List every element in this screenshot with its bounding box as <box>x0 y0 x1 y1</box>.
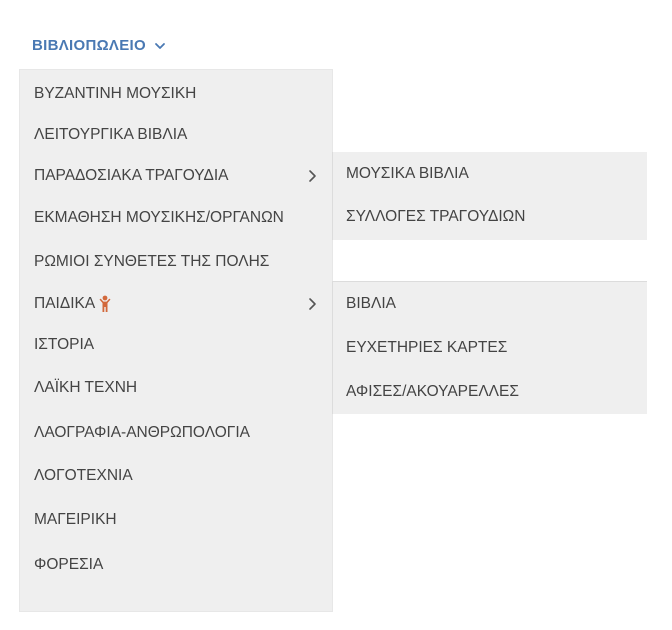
submenu-item-song-collections[interactable]: ΣΥΛΛΟΓΕΣ ΤΡΑΓΟΥΔΙΩΝ <box>346 203 637 231</box>
menu-item-label: ΡΩΜΙΟΙ ΣΥΝΘΕΤΕΣ ΤΗΣ ΠΟΛΗΣ <box>34 253 270 270</box>
bookstore-dropdown-menu: ΒΥΖΑΝΤΙΝΗ ΜΟΥΣΙΚΗ ΛΕΙΤΟΥΡΓΙΚΑ ΒΙΒΛΙΑ ΠΑΡ… <box>20 70 332 611</box>
menu-item-label: ΛΟΓΟΤΕΧΝΙΑ <box>34 467 133 484</box>
menu-item-label: ΒΥΖΑΝΤΙΝΗ ΜΟΥΣΙΚΗ <box>34 85 197 102</box>
menu-item-history[interactable]: ΙΣΤΟΡΙΑ <box>34 330 318 360</box>
menu-item-label: ΜΑΓΕΙΡΙΚΗ <box>34 511 117 528</box>
menu-item-literature[interactable]: ΛΟΓΟΤΕΧΝΙΑ <box>34 461 318 491</box>
menu-item-kids[interactable]: ΠΑΙΔΙΚΑ <box>34 289 318 319</box>
bookstore-nav-label: ΒΙΒΛΙΟΠΩΛΕΙΟ <box>32 37 146 54</box>
menu-item-traditional-songs[interactable]: ΠΑΡΑΔΟΣΙΑΚΑ ΤΡΑΓΟΥΔΙΑ <box>34 161 318 191</box>
submenu-item-label: ΕΥΧΕΤΗΡΙΕΣ ΚΑΡΤΕΣ <box>346 339 508 356</box>
menu-item-liturgical-books[interactable]: ΛΕΙΤΟΥΡΓΙΚΑ ΒΙΒΛΙΑ <box>34 120 318 150</box>
submenu-item-label: ΜΟΥΣΙΚΑ ΒΙΒΛΙΑ <box>346 165 469 182</box>
menu-item-music-learning[interactable]: ΕΚΜΑΘΗΣΗ ΜΟΥΣΙΚΗΣ/ΟΡΓΑΝΩΝ <box>34 203 318 233</box>
menu-item-folklore-anthropology[interactable]: ΛΑΟΓΡΑΦΙΑ-ΑΝΘΡΩΠΟΛΟΓΙΑ <box>34 418 318 448</box>
menu-item-label: ΙΣΤΟΡΙΑ <box>34 336 95 353</box>
submenu-item-label: ΑΦΙΣΕΣ/ΑΚΟΥΑΡΕΛΛΕΣ <box>346 383 519 400</box>
menu-item-label: ΠΑΡΑΔΟΣΙΑΚΑ ΤΡΑΓΟΥΔΙΑ <box>34 167 229 184</box>
submenu-item-label: ΣΥΛΛΟΓΕΣ ΤΡΑΓΟΥΔΙΩΝ <box>346 208 526 225</box>
chevron-right-icon <box>308 169 318 183</box>
menu-item-byzantine-music[interactable]: ΒΥΖΑΝΤΙΝΗ ΜΟΥΣΙΚΗ <box>34 79 318 109</box>
menu-item-folk-art[interactable]: ΛΑΪΚΗ ΤΕΧΝΗ <box>34 373 318 403</box>
child-icon <box>98 295 112 313</box>
menu-item-romioi-composers[interactable]: ΡΩΜΙΟΙ ΣΥΝΘΕΤΕΣ ΤΗΣ ΠΟΛΗΣ <box>34 247 318 277</box>
submenu-kids: ΒΙΒΛΙΑ ΕΥΧΕΤΗΡΙΕΣ ΚΑΡΤΕΣ ΑΦΙΣΕΣ/ΑΚΟΥΑΡΕΛ… <box>332 281 647 414</box>
menu-item-label: ΠΑΙΔΙΚΑ <box>34 295 96 312</box>
submenu-traditional-songs: ΜΟΥΣΙΚΑ ΒΙΒΛΙΑ ΣΥΛΛΟΓΕΣ ΤΡΑΓΟΥΔΙΩΝ <box>332 152 647 240</box>
submenu-item-music-books[interactable]: ΜΟΥΣΙΚΑ ΒΙΒΛΙΑ <box>346 160 637 188</box>
menu-item-label: ΦΟΡΕΣΙΑ <box>34 556 104 573</box>
bookstore-nav-toggle[interactable]: ΒΙΒΛΙΟΠΩΛΕΙΟ <box>32 37 166 54</box>
menu-item-label: ΛΑΪΚΗ ΤΕΧΝΗ <box>34 379 138 396</box>
submenu-item-label: ΒΙΒΛΙΑ <box>346 295 396 312</box>
menu-item-cooking[interactable]: ΜΑΓΕΙΡΙΚΗ <box>34 505 318 535</box>
menu-item-label: ΕΚΜΑΘΗΣΗ ΜΟΥΣΙΚΗΣ/ΟΡΓΑΝΩΝ <box>34 209 284 226</box>
submenu-item-posters-watercolors[interactable]: ΑΦΙΣΕΣ/ΑΚΟΥΑΡΕΛΛΕΣ <box>346 378 637 406</box>
menu-item-label: ΛΕΙΤΟΥΡΓΙΚΑ ΒΙΒΛΙΑ <box>34 126 188 143</box>
menu-item-label: ΛΑΟΓΡΑΦΙΑ-ΑΝΘΡΩΠΟΛΟΓΙΑ <box>34 424 250 441</box>
page: ΒΙΒΛΙΟΠΩΛΕΙΟ ΒΥΖΑΝΤΙΝΗ ΜΟΥΣΙΚΗ ΛΕΙΤΟΥΡΓΙ… <box>0 0 672 630</box>
submenu-item-books[interactable]: ΒΙΒΛΙΑ <box>346 290 637 318</box>
chevron-right-icon <box>308 297 318 311</box>
menu-item-costumes[interactable]: ΦΟΡΕΣΙΑ <box>34 550 318 580</box>
chevron-down-icon <box>154 40 166 52</box>
submenu-item-greeting-cards[interactable]: ΕΥΧΕΤΗΡΙΕΣ ΚΑΡΤΕΣ <box>346 334 637 362</box>
